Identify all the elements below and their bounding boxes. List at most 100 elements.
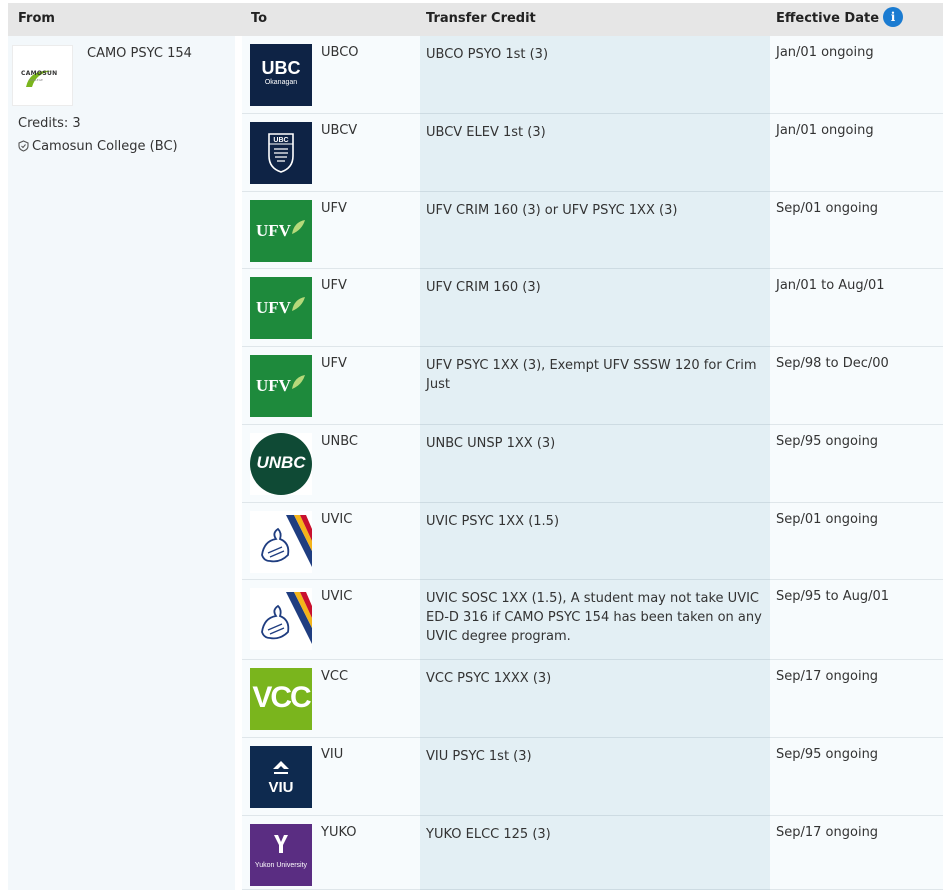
transfer-credit: UBCV ELEV 1st (3) [426,125,546,140]
table-row: Yukon University YUKO YUKO ELCC 125 (3) … [242,816,943,890]
header-from: From [18,11,55,26]
transfer-credit-cell: UFV CRIM 160 (3) or UFV PSYC 1XX (3) [420,192,770,269]
transfer-credit-cell: UBCV ELEV 1st (3) [420,114,770,192]
to-cell: UVIC [242,580,420,660]
uvic-martlet-icon [261,592,312,644]
from-credits: Credits: 3 [18,116,81,131]
ufv-logo-text: UFV [256,376,291,395]
ufv-logo-text: UFV [256,298,291,317]
header-to: To [251,11,268,26]
transfer-credit-cell: VCC PSYC 1XXX (3) [420,660,770,738]
effective-date: Sep/17 ongoing [776,825,879,840]
ubco-logo-text: UBC [261,58,301,78]
camosun-logo-text: CAMOSUN [21,70,58,77]
info-icon[interactable]: i [883,7,904,27]
effective-date: Sep/95 to Aug/01 [776,589,890,604]
from-institution-name: Camosun College (BC) [32,139,178,154]
transfer-credit: VIU PSYC 1st (3) [426,749,532,764]
transfer-credit: UNBC UNSP 1XX (3) [426,436,556,451]
table-row: VCC VCC VCC PSYC 1XXX (3) Sep/17 ongoing [242,660,943,738]
to-cell: VIU VIU [242,738,420,816]
effective-date-cell: Sep/17 ongoing [770,660,943,738]
transfer-credit: UBCO PSYO 1st (3) [426,47,549,62]
table-header: From To Transfer Credit Effective Date i [8,3,943,36]
to-institution: YUKO [321,825,357,840]
leaf-icon [292,220,305,234]
vcc-logo: VCC [250,668,312,730]
to-institution: UVIC [321,589,353,604]
transfer-credit: YUKO ELCC 125 (3) [426,827,551,842]
ubcv-logo: UBC [250,122,312,184]
effective-date-cell: Jan/01 ongoing [770,36,943,114]
yukon-emblem-icon [274,835,288,853]
transfer-table: From To Transfer Credit Effective Date i … [8,3,943,890]
table-row: UNBC UNBC UNBC UNSP 1XX (3) Sep/95 ongoi… [242,425,943,503]
transfer-credit-cell: YUKO ELCC 125 (3) [420,816,770,890]
to-institution: UFV [321,201,347,216]
ufv-logo: UFV [250,200,312,262]
effective-date: Sep/98 to Dec/00 [776,356,889,371]
vcc-logo-text: VCC [252,681,311,714]
effective-date: Sep/01 ongoing [776,201,879,216]
ubco-logo: UBC Okanagan [250,44,312,106]
transfer-credit: VCC PSYC 1XXX (3) [426,671,552,686]
table-row: UBC Okanagan UBCO UBCO PSYO 1st (3) Jan/… [242,36,943,114]
effective-date-cell: Sep/95 ongoing [770,738,943,816]
effective-date: Sep/95 ongoing [776,434,879,449]
table-row: UBC UBCV UBCV ELEV 1st (3) Jan/01 ongoin… [242,114,943,192]
effective-date: Jan/01 ongoing [776,123,874,138]
transfer-credit: UVIC PSYC 1XX (1.5) [426,514,560,529]
effective-date-cell: Jan/01 to Aug/01 [770,269,943,347]
leaf-icon [292,297,305,311]
from-institution: Camosun College (BC) [18,139,178,154]
unbc-logo-text: UNBC [256,453,306,472]
to-institution: VCC [321,669,349,684]
ubc-crest-icon: UBC [268,133,294,173]
transfer-credit-cell: UFV PSYC 1XX (3), Exempt UFV SSSW 120 fo… [420,347,770,425]
effective-date-cell: Sep/01 ongoing [770,503,943,580]
effective-date-cell: Sep/01 ongoing [770,192,943,269]
to-institution: UFV [321,356,347,371]
effective-date: Sep/95 ongoing [776,747,879,762]
table-row: UFV UFV UFV CRIM 160 (3) Jan/01 to Aug/0… [242,269,943,347]
ufv-logo-text: UFV [256,221,291,240]
to-institution: VIU [321,747,344,762]
to-cell: UFV UFV [242,192,420,269]
to-cell: VCC VCC [242,660,420,738]
effective-date-cell: Sep/17 ongoing [770,816,943,890]
header-effective-date-label: Effective Date [776,11,880,26]
table-row: UFV UFV UFV CRIM 160 (3) or UFV PSYC 1XX… [242,192,943,269]
transfer-credit-cell: UVIC SOSC 1XX (1.5), A student may not t… [420,580,770,660]
effective-date: Jan/01 ongoing [776,45,874,60]
viu-logo-text: VIU [268,779,294,796]
to-institution: UNBC [321,434,359,449]
from-course[interactable]: CAMO PSYC 154 [87,46,192,61]
uvic-logo [250,588,312,650]
viu-logo: VIU [250,746,312,808]
table-row: UVIC UVIC SOSC 1XX (1.5), A student may … [242,580,943,660]
camosun-logo-sub: COLLEGE [29,78,43,82]
transfer-credit-cell: UFV CRIM 160 (3) [420,269,770,347]
ufv-logo: UFV [250,277,312,339]
table-row: UFV UFV UFV PSYC 1XX (3), Exempt UFV SSS… [242,347,943,425]
leaf-icon [292,375,305,389]
to-cell: UFV UFV [242,347,420,425]
effective-date-cell: Sep/95 to Aug/01 [770,580,943,660]
ubco-logo-sub: Okanagan [264,79,298,86]
header-effective-date: Effective Date i [776,3,904,36]
effective-date: Jan/01 to Aug/01 [776,278,885,293]
to-cell: UFV UFV [242,269,420,347]
transfer-credit-cell: VIU PSYC 1st (3) [420,738,770,816]
transfer-credit: UFV CRIM 160 (3) [426,280,541,295]
from-column: CAMOSUN COLLEGE CAMO PSYC 154 Credits: 3… [8,36,236,890]
effective-date-cell: Sep/95 ongoing [770,425,943,503]
shield-icon [18,140,29,152]
effective-date: Sep/01 ongoing [776,512,879,527]
transfer-credit-cell: UBCO PSYO 1st (3) [420,36,770,114]
uvic-logo [250,511,312,573]
to-cell: UBC Okanagan UBCO [242,36,420,114]
to-institution: UFV [321,278,347,293]
unbc-logo: UNBC [250,433,312,495]
uvic-martlet-icon [261,515,312,567]
effective-date-cell: Sep/98 to Dec/00 [770,347,943,425]
